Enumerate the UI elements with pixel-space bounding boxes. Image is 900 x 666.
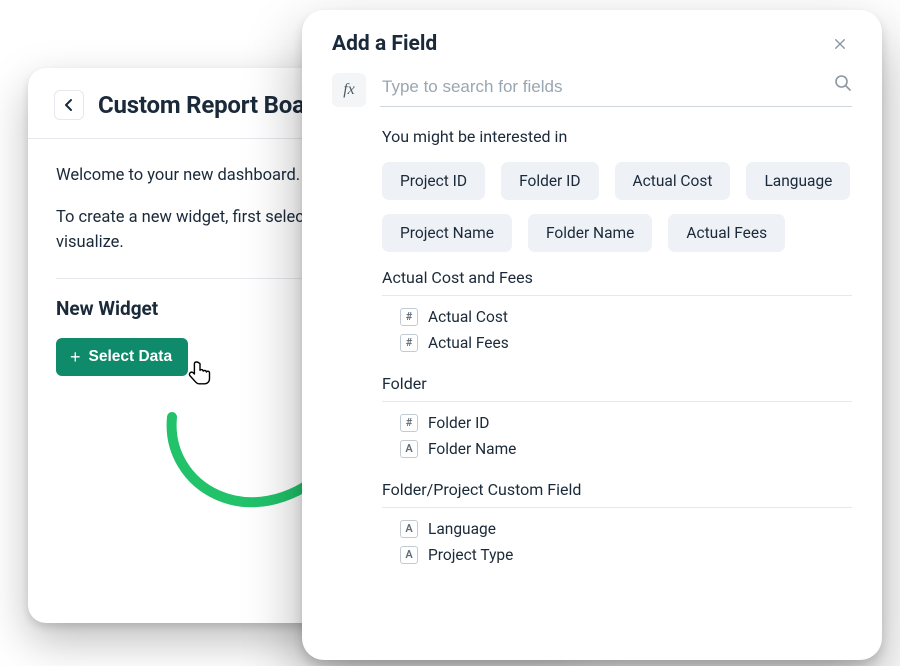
modal-header: Add a Field bbox=[302, 10, 882, 66]
field-list: # Actual Cost # Actual Fees bbox=[382, 296, 882, 358]
number-type-icon: # bbox=[400, 308, 418, 326]
search-icon bbox=[834, 74, 852, 96]
cursor-hand-icon bbox=[188, 359, 214, 387]
number-type-icon: # bbox=[400, 334, 418, 352]
text-type-icon: A bbox=[400, 440, 418, 458]
field-list: A Language A Project Type bbox=[382, 508, 882, 570]
suggestions-label: You might be interested in bbox=[382, 127, 882, 146]
close-button[interactable] bbox=[828, 32, 852, 56]
back-button[interactable] bbox=[54, 90, 84, 120]
field-item-project-type[interactable]: A Project Type bbox=[400, 542, 882, 568]
chip-row: Project ID Folder ID Actual Cost Languag… bbox=[382, 162, 882, 200]
field-item-language[interactable]: A Language bbox=[400, 516, 882, 542]
field-item-actual-cost[interactable]: # Actual Cost bbox=[400, 304, 882, 330]
chip-row: Project Name Folder Name Actual Fees bbox=[382, 214, 882, 252]
field-group: Actual Cost and Fees # Actual Cost # Act… bbox=[382, 268, 882, 358]
field-label: Project Type bbox=[428, 546, 513, 564]
select-data-button[interactable]: + Select Data bbox=[56, 338, 188, 376]
group-title: Folder/Project Custom Field bbox=[382, 480, 882, 507]
modal-search-row: fx bbox=[302, 66, 882, 107]
chip-folder-name[interactable]: Folder Name bbox=[528, 214, 652, 252]
formula-button[interactable]: fx bbox=[332, 73, 366, 107]
field-item-actual-fees[interactable]: # Actual Fees bbox=[400, 330, 882, 356]
field-item-folder-id[interactable]: # Folder ID bbox=[400, 410, 882, 436]
chip-actual-cost[interactable]: Actual Cost bbox=[615, 162, 731, 200]
field-item-folder-name[interactable]: A Folder Name bbox=[400, 436, 882, 462]
number-type-icon: # bbox=[400, 414, 418, 432]
search-wrap bbox=[380, 72, 852, 107]
field-list: # Folder ID A Folder Name bbox=[382, 402, 882, 464]
chip-project-name[interactable]: Project Name bbox=[382, 214, 512, 252]
chevron-left-icon bbox=[64, 98, 74, 112]
field-label: Language bbox=[428, 520, 496, 538]
chip-language[interactable]: Language bbox=[746, 162, 850, 200]
plus-icon: + bbox=[70, 348, 81, 366]
modal-title: Add a Field bbox=[332, 32, 437, 56]
text-type-icon: A bbox=[400, 520, 418, 538]
field-label: Folder ID bbox=[428, 414, 489, 432]
search-input[interactable] bbox=[380, 76, 824, 98]
select-data-label: Select Data bbox=[89, 348, 173, 366]
close-icon bbox=[834, 37, 846, 51]
field-label: Actual Fees bbox=[428, 334, 509, 352]
text-type-icon: A bbox=[400, 546, 418, 564]
add-field-modal: Add a Field fx You might be interested i… bbox=[302, 10, 882, 660]
chip-project-id[interactable]: Project ID bbox=[382, 162, 485, 200]
chip-actual-fees[interactable]: Actual Fees bbox=[668, 214, 785, 252]
field-label: Actual Cost bbox=[428, 308, 508, 326]
field-label: Folder Name bbox=[428, 440, 516, 458]
formula-icon: fx bbox=[343, 81, 355, 99]
group-title: Folder bbox=[382, 374, 882, 401]
page-title: Custom Report Board bbox=[98, 91, 326, 119]
group-title: Actual Cost and Fees bbox=[382, 268, 882, 295]
chip-folder-id[interactable]: Folder ID bbox=[501, 162, 598, 200]
field-group: Folder/Project Custom Field A Language A… bbox=[382, 480, 882, 570]
field-group: Folder # Folder ID A Folder Name bbox=[382, 374, 882, 464]
modal-body: You might be interested in Project ID Fo… bbox=[302, 107, 882, 570]
